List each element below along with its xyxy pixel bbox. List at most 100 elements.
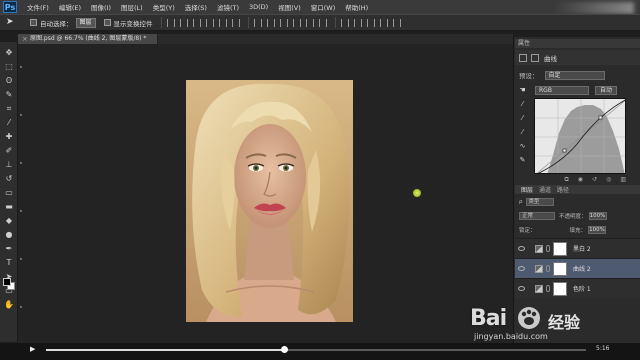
menu-view[interactable]: 视图(V) — [278, 2, 301, 12]
dodge-tool-icon[interactable]: ● — [4, 230, 14, 240]
gradient-tool-icon[interactable]: ▬ — [4, 202, 14, 212]
menu-layer[interactable]: 图层(L) — [121, 2, 143, 12]
play-icon[interactable]: ▶ — [30, 346, 37, 353]
menu-file[interactable]: 文件(F) — [27, 2, 49, 12]
eyedropper-tool-icon[interactable]: ⁄ — [4, 118, 14, 128]
eraser-tool-icon[interactable]: ▭ — [4, 188, 14, 198]
tab-layers[interactable]: 图层 — [521, 185, 533, 194]
align-left-icon[interactable] — [205, 18, 214, 27]
layer-row[interactable]: 色阶 1 — [515, 278, 640, 298]
menu-select[interactable]: 选择(S) — [185, 2, 207, 12]
baidu-url: jingyan.baidu.com — [474, 332, 548, 341]
marquee-tool-icon[interactable]: ⬚ — [4, 62, 14, 72]
align-hcenter-icon[interactable] — [218, 18, 227, 27]
healing-brush-tool-icon[interactable]: ✚ — [4, 132, 14, 142]
distribute-bottom-icon[interactable] — [279, 18, 288, 27]
brush-tool-icon[interactable]: ✐ — [4, 146, 14, 156]
reset-icon[interactable]: ↺ — [592, 176, 597, 184]
eye-icon[interactable] — [518, 266, 525, 271]
ruler-mark — [20, 114, 22, 116]
fill-value[interactable]: 100% — [588, 225, 607, 234]
distribute-top-icon[interactable] — [253, 18, 262, 27]
view-previous-icon[interactable]: ◉ — [578, 176, 583, 184]
curves-adjustment-icon[interactable] — [519, 53, 527, 62]
separator — [247, 17, 249, 28]
black-point-eyedropper-icon[interactable]: ⁄ — [518, 100, 527, 109]
curve-edit-icon[interactable]: ∿ — [518, 142, 527, 151]
3d-slide-icon[interactable] — [379, 18, 388, 27]
3d-scale-icon[interactable] — [392, 18, 401, 27]
auto-select-checkbox[interactable] — [30, 19, 37, 26]
layer-row[interactable]: 黑白 2 — [515, 238, 640, 258]
hand-tool-icon[interactable]: ✋ — [4, 300, 14, 310]
menu-filter[interactable]: 滤镜(T) — [217, 2, 239, 12]
gray-point-eyedropper-icon[interactable]: ⁄ — [518, 114, 527, 123]
hand-target-icon[interactable]: ☚ — [518, 86, 527, 95]
filter-icon: ρ — [519, 198, 523, 205]
move-tool-icon[interactable]: ✥ — [4, 48, 14, 58]
distribute-hcenter-icon[interactable] — [305, 18, 314, 27]
quick-select-tool-icon[interactable]: ✎ — [4, 90, 14, 100]
3d-roll-icon[interactable] — [353, 18, 362, 27]
eye-icon[interactable] — [518, 246, 525, 251]
crop-tool-icon[interactable]: ⌗ — [4, 104, 14, 114]
3d-pan-icon[interactable] — [366, 18, 375, 27]
eye-icon[interactable] — [518, 286, 525, 291]
type-tool-icon[interactable]: T — [4, 258, 14, 268]
portrait-photo[interactable] — [186, 80, 353, 322]
document-tab[interactable]: 原图.psd @ 66.7% (曲线 2, 图层蒙版/8) * — [18, 34, 158, 44]
move-tool-icon[interactable]: ➤ — [6, 17, 22, 28]
close-tab-icon[interactable]: × — [22, 35, 30, 43]
lock-row: 锁定： 填充： 100% — [515, 224, 640, 235]
white-point-eyedropper-icon[interactable]: ⁄ — [518, 128, 527, 137]
layer-mask-thumbnail[interactable] — [553, 281, 567, 296]
curves-graph[interactable] — [534, 98, 626, 174]
layer-name: 色阶 1 — [573, 286, 591, 293]
menu-type[interactable]: 类型(Y) — [153, 2, 175, 12]
distribute-right-icon[interactable] — [318, 18, 327, 27]
foreground-color-swatch[interactable] — [3, 278, 11, 286]
preset-row: 预设： 自定 — [515, 69, 640, 81]
menu-3d[interactable]: 3D(D) — [249, 3, 268, 11]
delete-icon[interactable]: ▥ — [620, 176, 626, 184]
mask-icon[interactable] — [531, 53, 539, 62]
lasso-tool-icon[interactable]: ʘ — [4, 76, 14, 86]
black-white-adjustment-icon — [535, 244, 543, 253]
visibility-icon[interactable]: ◎ — [606, 176, 611, 184]
pen-tool-icon[interactable]: ✒ — [4, 244, 14, 254]
tab-paths[interactable]: 路径 — [557, 185, 569, 194]
show-transform-label: 显示变换控件 — [113, 19, 153, 28]
3d-rotate-icon[interactable] — [340, 18, 349, 27]
distribute-vcenter-icon[interactable] — [266, 18, 275, 27]
preset-dropdown[interactable]: 自定 — [544, 70, 605, 80]
align-vcenter-icon[interactable] — [179, 18, 188, 27]
tab-channels[interactable]: 通道 — [539, 185, 551, 194]
opacity-value[interactable]: 100% — [588, 211, 607, 220]
pencil-draw-icon[interactable]: ✎ — [518, 156, 527, 165]
video-progress-knob[interactable] — [280, 346, 288, 353]
menu-window[interactable]: 窗口(W) — [311, 2, 336, 12]
menu-image[interactable]: 图像(I) — [91, 2, 111, 12]
layer-row-selected[interactable]: 曲线 2 — [515, 258, 640, 278]
align-top-icon[interactable] — [166, 18, 175, 27]
auto-button[interactable]: 自动 — [595, 85, 617, 95]
properties-panel-header[interactable]: 属性 — [515, 39, 640, 48]
link-icon — [546, 245, 550, 252]
clone-stamp-tool-icon[interactable]: ⊥ — [4, 160, 14, 170]
layer-mask-thumbnail[interactable] — [553, 241, 567, 256]
menu-help[interactable]: 帮助(H) — [345, 2, 368, 12]
auto-select-dropdown[interactable]: 图层 — [75, 17, 96, 28]
align-bottom-icon[interactable] — [192, 18, 201, 27]
align-right-icon[interactable] — [231, 18, 240, 27]
history-brush-tool-icon[interactable]: ↺ — [4, 174, 14, 184]
layer-mask-thumbnail[interactable] — [553, 261, 567, 276]
blend-mode-dropdown[interactable]: 正常 — [519, 211, 555, 220]
clip-to-layer-icon[interactable]: ⧉ — [565, 176, 569, 184]
layer-type-filter[interactable]: 类型 — [525, 197, 554, 206]
distribute-left-icon[interactable] — [292, 18, 301, 27]
blur-tool-icon[interactable]: ◆ — [4, 216, 14, 226]
channel-dropdown[interactable]: RGB — [535, 85, 589, 95]
mouse-cursor-highlight — [412, 188, 422, 198]
show-transform-checkbox[interactable] — [103, 19, 111, 26]
menu-edit[interactable]: 编辑(E) — [59, 2, 81, 12]
